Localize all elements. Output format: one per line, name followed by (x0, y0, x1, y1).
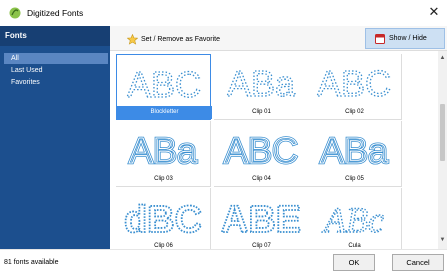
font-preview: ABc (321, 199, 384, 240)
window-title: Digitized Fonts (27, 8, 84, 18)
font-tile[interactable]: ABC ABC Clip 04 (214, 121, 309, 187)
font-name: Clip 02 (345, 109, 364, 115)
sidebar-item-last-used[interactable]: Last Used (4, 65, 108, 76)
font-name: Blockletter (117, 106, 212, 119)
cancel-button[interactable]: Cancel (392, 254, 444, 271)
show-hide-icon (375, 33, 385, 44)
show-hide-button[interactable]: Show / Hide (365, 28, 445, 49)
font-tile[interactable]: ABa ABa Clip 05 (307, 121, 402, 187)
font-tile[interactable]: ABc Cula (307, 188, 402, 249)
font-preview: ABa (226, 62, 296, 104)
font-tile[interactable]: ABa ABa Clip 03 (116, 121, 211, 187)
font-preview: ABa ABa (128, 129, 200, 173)
app-icon (9, 7, 21, 19)
vertical-scrollbar[interactable]: ▲ ▼ (438, 51, 447, 249)
close-icon[interactable]: ✕ (427, 4, 441, 20)
status-bar: 81 fonts available OK Cancel (0, 249, 447, 273)
svg-text:ABC: ABC (224, 130, 298, 171)
ok-button[interactable]: OK (333, 254, 375, 271)
scroll-up-icon[interactable]: ▲ (438, 55, 447, 63)
svg-text:ABC: ABC (317, 63, 391, 104)
toolbar: Set / Remove as Favorite Show / Hide (110, 26, 447, 51)
font-grid: ABC Blockletter ABa Clip 01 ABC Clip 02 … (110, 51, 438, 249)
svg-text:ABa: ABa (320, 130, 389, 171)
font-preview: dBC (123, 198, 203, 242)
star-icon (127, 33, 138, 45)
sidebar-item-favorites[interactable]: Favorites (4, 77, 108, 88)
font-count: 81 fonts available (4, 259, 59, 266)
font-preview: ABC ABC (223, 129, 300, 173)
svg-text:ABc: ABc (322, 200, 384, 240)
svg-text:ABE: ABE (221, 199, 301, 241)
font-name: Clip 03 (154, 176, 173, 182)
svg-text:ABa: ABa (227, 63, 296, 104)
svg-text:ABa: ABa (129, 130, 198, 171)
sidebar-header: Fonts (0, 26, 110, 46)
font-name: Clip 01 (252, 109, 271, 115)
scroll-down-icon[interactable]: ▼ (438, 237, 447, 245)
font-name: Clip 04 (252, 176, 271, 182)
set-favorite-button[interactable]: Set / Remove as Favorite (127, 33, 220, 45)
font-preview: ABC (126, 63, 201, 105)
font-preview: ABE (220, 198, 302, 242)
font-tile[interactable]: ABC Blockletter (116, 54, 212, 120)
svg-text:ABC: ABC (127, 64, 201, 105)
font-name: Clip 05 (345, 176, 364, 182)
sidebar-item-all[interactable]: All (4, 53, 108, 64)
font-preview: ABa ABa (319, 129, 391, 173)
scroll-thumb[interactable] (440, 104, 445, 161)
font-tile[interactable]: ABa Clip 01 (214, 54, 309, 120)
sidebar: Fonts All Last Used Favorites (0, 26, 110, 249)
font-tile[interactable]: dBC Clip 06 (116, 188, 211, 249)
font-preview: ABC (316, 62, 391, 104)
font-tile[interactable]: ABC Clip 02 (307, 54, 402, 120)
svg-text:dBC: dBC (124, 199, 202, 241)
font-tile[interactable]: ABE Clip 07 (214, 188, 309, 249)
title-bar: Digitized Fonts ✕ (0, 0, 447, 26)
set-favorite-label: Set / Remove as Favorite (141, 35, 220, 43)
sidebar-list: All Last Used Favorites (4, 53, 108, 89)
show-hide-label: Show / Hide (389, 35, 427, 42)
